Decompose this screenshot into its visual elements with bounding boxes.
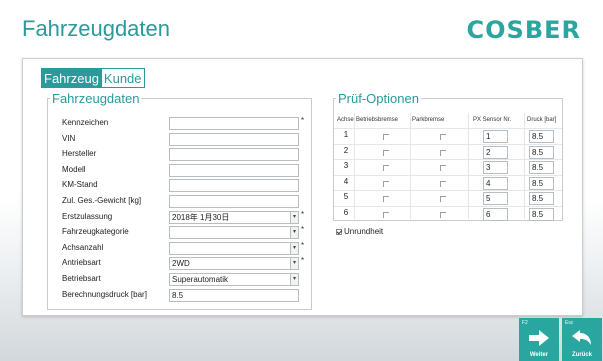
field-input[interactable] xyxy=(169,148,299,161)
app-window: Fahrzeugdaten COSBER Fahrzeug Kunde Fahr… xyxy=(0,0,603,361)
table-header: Betriebsbremse xyxy=(356,117,399,123)
field-select[interactable]: ▾ xyxy=(169,242,299,255)
service-brake-checkbox[interactable] xyxy=(383,150,389,156)
field-label: KM-Stand xyxy=(62,180,98,189)
field-label: Kennzeichen xyxy=(62,118,109,127)
pressure-input[interactable]: 8.5 xyxy=(529,177,554,190)
field-select[interactable]: 2WD ▾ xyxy=(169,257,299,270)
field-input[interactable] xyxy=(169,117,299,130)
required-mark: * xyxy=(301,116,305,125)
axle-number: 6 xyxy=(343,208,349,217)
pressure-input[interactable]: 8.5 xyxy=(529,130,554,143)
weiter-label: Weiter xyxy=(529,352,549,358)
field-select[interactable]: ▾ xyxy=(169,226,299,239)
axle-number: 2 xyxy=(343,146,349,155)
field-input[interactable] xyxy=(169,179,299,192)
sensor-number-input[interactable]: 1 xyxy=(483,130,508,143)
field-label: Erstzulassung xyxy=(62,212,113,221)
field-label: Antriebsart xyxy=(62,258,101,267)
weiter-button[interactable]: F2 Weiter xyxy=(519,318,559,361)
parking-brake-checkbox[interactable] xyxy=(440,134,446,140)
table-header: Druck [bar] xyxy=(527,117,557,123)
field-input[interactable]: 8.5 xyxy=(169,289,299,302)
chevron-down-icon[interactable]: ▾ xyxy=(290,212,298,223)
field-select[interactable]: 2018年 1月30日 ▾ xyxy=(169,211,299,224)
required-mark: * xyxy=(301,225,305,234)
page-title: Fahrzeugdaten xyxy=(22,16,170,41)
field-input[interactable] xyxy=(169,133,299,146)
service-brake-checkbox[interactable] xyxy=(383,181,389,187)
unrundheit-label: Unrundheit xyxy=(344,227,384,236)
sensor-number-input[interactable]: 3 xyxy=(483,161,508,174)
table-header: Achse xyxy=(337,117,354,123)
required-mark: * xyxy=(301,210,305,219)
pressure-input[interactable]: 8.5 xyxy=(529,146,554,159)
zurueck-button[interactable]: Esc Zurück xyxy=(562,318,602,361)
field-input[interactable] xyxy=(169,195,299,208)
checkbox-checked-icon xyxy=(336,228,342,235)
chevron-down-icon[interactable]: ▾ xyxy=(290,274,298,285)
pressure-input[interactable]: 8.5 xyxy=(529,208,554,221)
zurueck-shortcut-key: Esc xyxy=(565,320,574,326)
parking-brake-checkbox[interactable] xyxy=(440,165,446,171)
brand-logo: COSBER xyxy=(466,16,581,44)
tab-bar: Fahrzeug Kunde xyxy=(41,68,145,88)
axle-number: 5 xyxy=(343,192,349,201)
weiter-shortcut-key: F2 xyxy=(522,320,528,326)
service-brake-checkbox[interactable] xyxy=(383,196,389,202)
header: Fahrzeugdaten COSBER xyxy=(0,0,603,62)
chevron-down-icon[interactable]: ▾ xyxy=(290,243,298,254)
parking-brake-checkbox[interactable] xyxy=(440,196,446,202)
field-value: 2WD xyxy=(172,259,190,268)
field-label: Hersteller xyxy=(62,149,97,158)
unrundheit-checkbox[interactable]: Unrundheit xyxy=(336,227,383,236)
pressure-input[interactable]: 8.5 xyxy=(529,192,554,205)
field-label: Berechnungsdruck [bar] xyxy=(62,290,147,299)
sensor-number-input[interactable]: 2 xyxy=(483,146,508,159)
vehicle-data-legend: Fahrzeugdaten xyxy=(52,91,140,106)
required-mark: * xyxy=(301,256,305,265)
field-label: Zul. Ges.-Gewicht [kg] xyxy=(62,196,142,205)
field-label: VIN xyxy=(62,134,76,143)
sensor-number-input[interactable]: 6 xyxy=(483,208,508,221)
arrow-right-icon xyxy=(529,330,549,346)
sensor-number-input[interactable]: 4 xyxy=(483,177,508,190)
chevron-down-icon[interactable]: ▾ xyxy=(290,227,298,238)
field-value: 2018年 1月30日 xyxy=(172,213,230,222)
axle-number: 4 xyxy=(343,177,349,186)
row-divider xyxy=(334,159,562,160)
axle-number: 3 xyxy=(343,161,349,170)
arrow-back-icon xyxy=(572,330,591,345)
required-mark: * xyxy=(301,241,305,250)
pressure-input[interactable]: 8.5 xyxy=(529,161,554,174)
service-brake-checkbox[interactable] xyxy=(383,134,389,140)
service-brake-checkbox[interactable] xyxy=(383,212,389,218)
field-input[interactable] xyxy=(169,164,299,177)
field-value: 8.5 xyxy=(172,291,184,300)
field-label: Betriebsart xyxy=(62,274,101,283)
service-brake-checkbox[interactable] xyxy=(383,165,389,171)
row-divider xyxy=(334,144,562,145)
row-divider xyxy=(334,190,562,191)
row-divider xyxy=(334,128,562,129)
tab-kunde[interactable]: Kunde xyxy=(101,68,145,88)
table-header: PX Sensor Nr. xyxy=(473,117,512,123)
field-label: Fahrzeugkategorie xyxy=(62,227,129,236)
parking-brake-checkbox[interactable] xyxy=(440,181,446,187)
test-options-legend: Prüf-Optionen xyxy=(338,91,419,106)
row-divider xyxy=(334,206,562,207)
table-header: Parkbremse xyxy=(412,117,445,123)
zurueck-label: Zurück xyxy=(571,352,592,358)
field-value: Superautomatik xyxy=(172,275,229,284)
chevron-down-icon[interactable]: ▾ xyxy=(290,258,298,269)
sensor-number-input[interactable]: 5 xyxy=(483,192,508,205)
field-label: Achsanzahl xyxy=(62,243,104,252)
tab-fahrzeug[interactable]: Fahrzeug xyxy=(41,68,102,88)
row-divider xyxy=(334,175,562,176)
field-label: Modell xyxy=(62,165,86,174)
axle-number: 1 xyxy=(343,130,349,139)
field-select[interactable]: Superautomatik ▾ xyxy=(169,273,299,286)
parking-brake-checkbox[interactable] xyxy=(440,150,446,156)
parking-brake-checkbox[interactable] xyxy=(440,212,446,218)
